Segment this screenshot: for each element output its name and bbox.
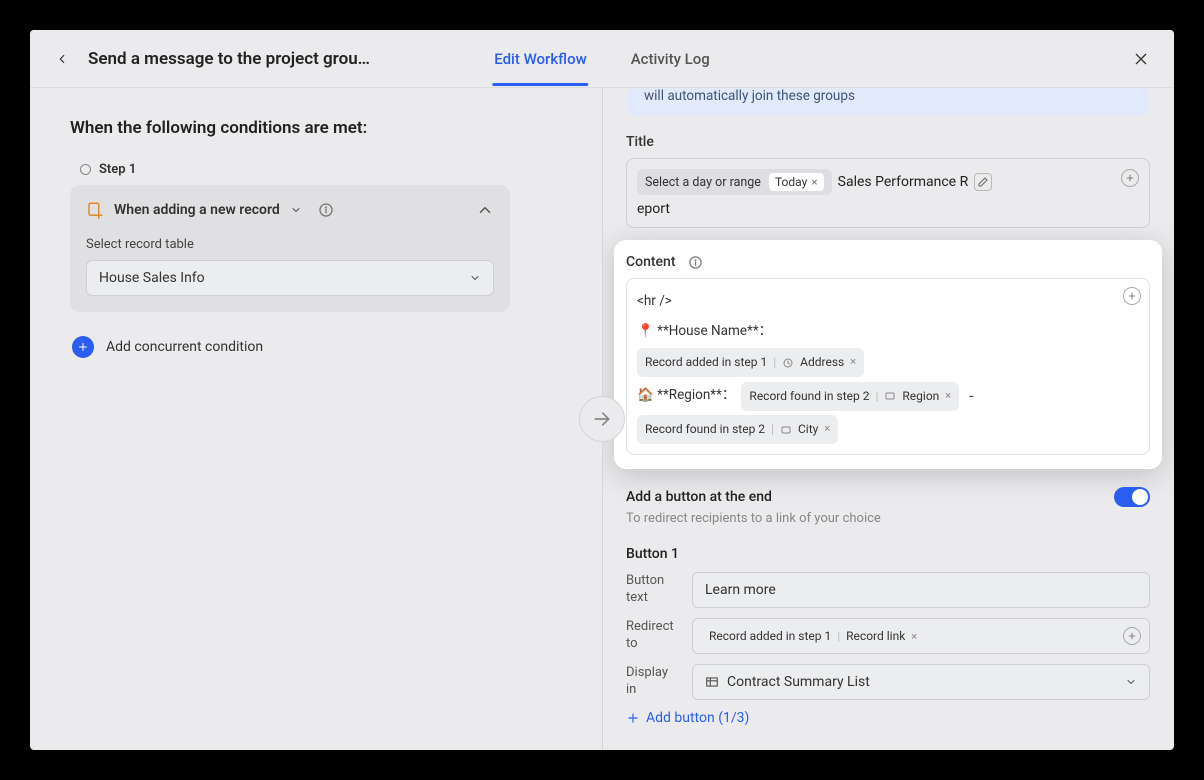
remove-token[interactable]: × (911, 630, 917, 643)
table-icon (705, 675, 719, 689)
chevron-left-icon (55, 52, 69, 66)
conditions-pane: When the following conditions are met: S… (30, 88, 602, 750)
page-title: Send a message to the project grou… (88, 49, 370, 69)
edit-title[interactable] (974, 173, 992, 191)
separator: - (965, 381, 977, 411)
content-editor[interactable]: <hr /> 📍 **House Name**： Record added in… (626, 278, 1150, 455)
add-button-link[interactable]: Add button (1/3) (626, 710, 1150, 726)
remove-token[interactable]: × (945, 386, 951, 407)
token-record-step2-city[interactable]: Record found in step 2 | City × (637, 415, 838, 444)
collapse-step[interactable] (476, 201, 494, 219)
header: Send a message to the project grou… Edit… (30, 30, 1174, 88)
content-card: Content <hr /> 📍 **House Name**： Record … (614, 240, 1162, 469)
display-in-value: Contract Summary List (727, 674, 870, 690)
remove-token[interactable]: × (824, 419, 830, 440)
title-text-2: eport (637, 201, 1139, 217)
info-icon[interactable] (688, 255, 703, 270)
plus-icon (626, 711, 640, 725)
add-concurrent-condition-button[interactable] (72, 336, 94, 358)
plus-icon (77, 341, 89, 353)
step-label: Step 1 (99, 162, 136, 177)
add-record-icon (86, 201, 104, 219)
title-label: Title (626, 134, 1150, 150)
content-hr: <hr /> (637, 289, 1139, 315)
trigger-label: When adding a new record (114, 202, 280, 218)
tab-edit-workflow[interactable]: Edit Workflow (492, 32, 588, 86)
select-record-label: Select record table (86, 237, 494, 252)
redirect-input[interactable]: Record added in step 1 | Record link × (692, 618, 1150, 654)
title-text: Sales Performance R (838, 174, 969, 190)
token-redirect[interactable]: Record added in step 1 | Record link × (701, 626, 925, 646)
display-in-select[interactable]: Contract Summary List (692, 664, 1150, 700)
title-input[interactable]: Select a day or range Today × Sales Perf… (626, 158, 1150, 228)
add-button-sublabel: To redirect recipients to a link of your… (626, 511, 1150, 526)
record-table-select[interactable]: House Sales Info (86, 260, 494, 296)
add-button-toggle-label: Add a button at the end (626, 489, 772, 505)
button-text-label: Button text (626, 573, 680, 607)
link-icon (884, 390, 896, 402)
remove-token[interactable]: × (811, 175, 817, 189)
info-icon[interactable] (318, 202, 334, 218)
button-config: Button text Redirect to Record added in … (626, 572, 1150, 700)
button-text-input[interactable] (692, 572, 1150, 608)
remove-token[interactable]: × (850, 352, 856, 373)
token-record-step1-address[interactable]: Record added in step 1 | Address × (637, 348, 864, 377)
title-date-token[interactable]: Select a day or range Today × (637, 169, 832, 195)
chevron-down-icon (1125, 676, 1137, 688)
close-icon (1133, 51, 1149, 67)
add-content-token[interactable] (1123, 287, 1141, 305)
step-card: When adding a new record Select record t… (70, 185, 510, 312)
conditions-title: When the following conditions are met: (70, 118, 562, 138)
content-region-line: 🏠 **Region**： (637, 383, 735, 409)
record-table-value: House Sales Info (99, 270, 205, 286)
add-redirect-token[interactable] (1123, 627, 1141, 645)
link-icon (780, 424, 792, 436)
step-radio[interactable] (80, 164, 91, 175)
trigger-dropdown[interactable] (290, 204, 302, 216)
close-button[interactable] (1128, 46, 1154, 72)
display-in-label: Display in (626, 665, 680, 699)
chevron-down-icon (469, 272, 481, 284)
add-condition-label: Add concurrent condition (106, 339, 263, 355)
add-button-toggle[interactable] (1114, 487, 1150, 507)
edit-icon (977, 176, 989, 188)
content-house-line: 📍 **House Name**： (637, 319, 772, 345)
action-pane: will automatically join these groups Tit… (602, 88, 1174, 750)
content-label: Content (626, 254, 1150, 270)
groups-banner: will automatically join these groups (626, 88, 1150, 116)
token-record-step2-region[interactable]: Record found in step 2 | Region × (741, 382, 959, 411)
add-title-token[interactable] (1121, 169, 1139, 187)
button-1-title: Button 1 (626, 546, 1150, 562)
clock-icon (782, 357, 794, 369)
redirect-label: Redirect to (626, 619, 680, 653)
back-button[interactable] (50, 47, 74, 71)
tab-activity-log[interactable]: Activity Log (629, 32, 712, 86)
